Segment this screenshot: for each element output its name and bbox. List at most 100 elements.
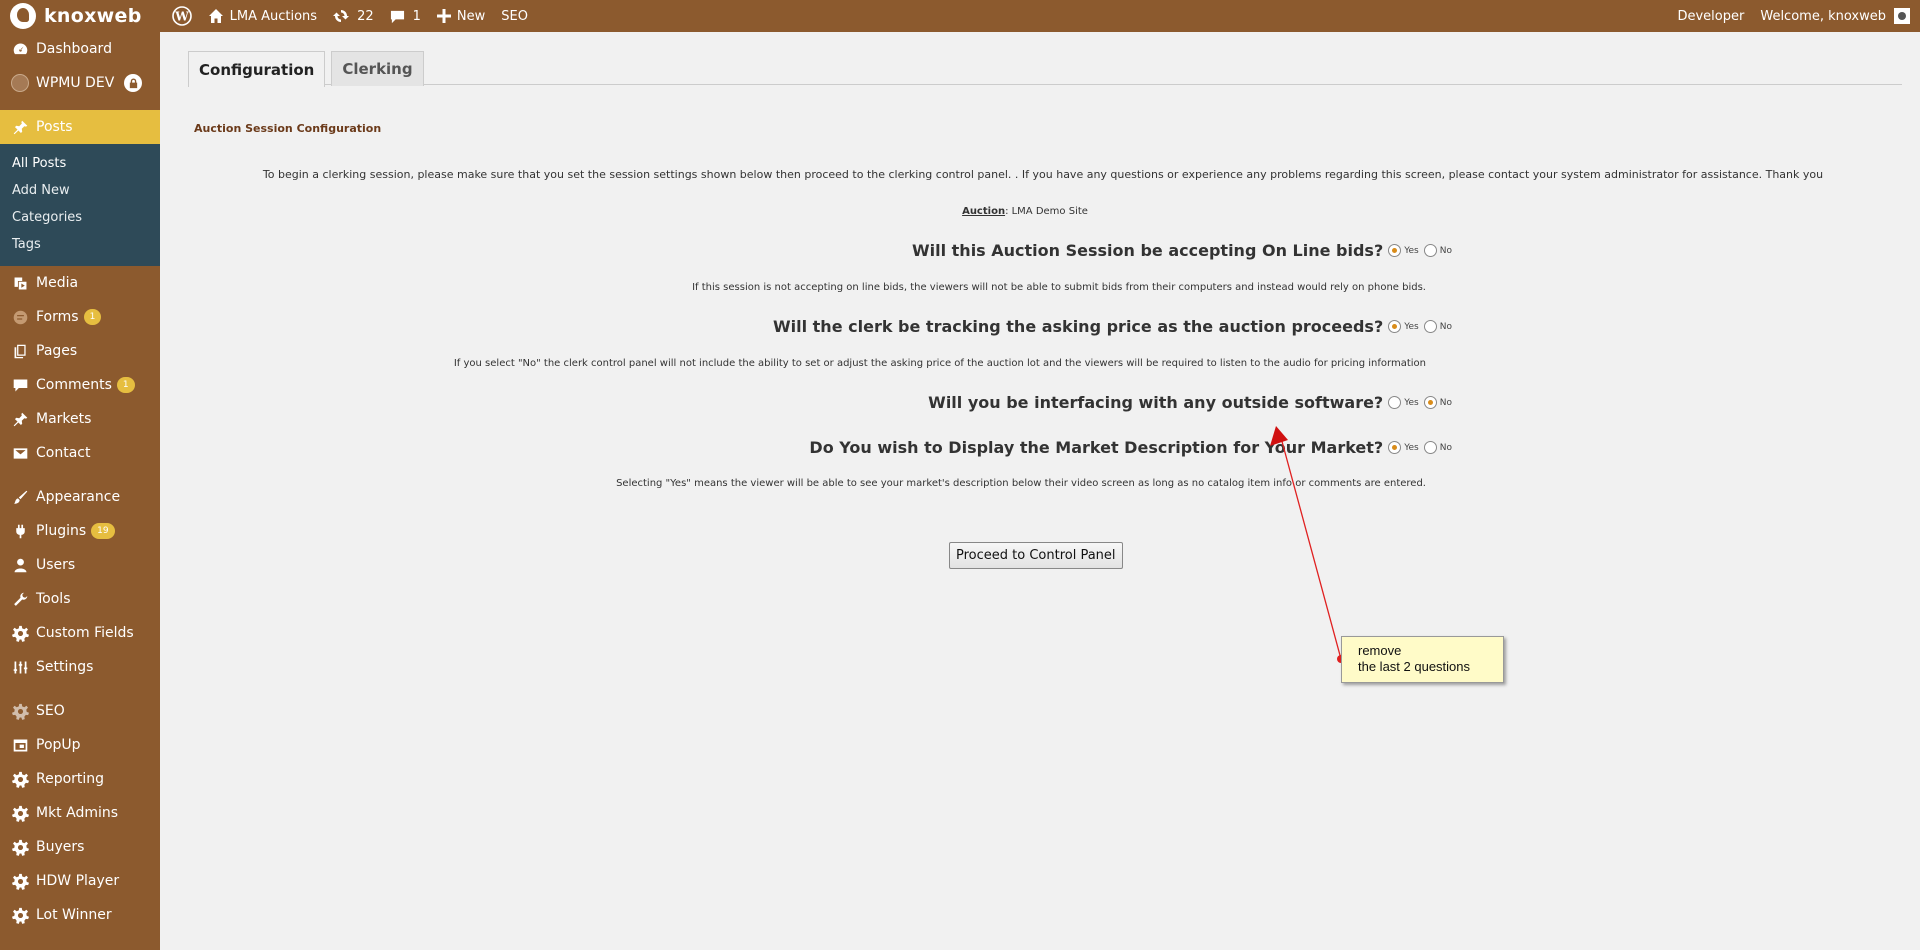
question-text: Will you be interfacing with any outside… bbox=[928, 393, 1384, 412]
market-description-yes-radio[interactable] bbox=[1388, 441, 1402, 454]
comments-badge: 1 bbox=[116, 377, 135, 393]
gear-icon bbox=[10, 769, 30, 789]
menu-wpmu-dev[interactable]: WPMU DEV bbox=[0, 66, 160, 100]
site-logo[interactable]: knoxweb bbox=[0, 0, 164, 32]
tab-clerking[interactable]: Clerking bbox=[331, 51, 424, 86]
menu-label: WPMU DEV bbox=[36, 75, 115, 91]
menu-pages[interactable]: Pages bbox=[0, 334, 160, 368]
admin-sidebar: Dashboard WPMU DEV Posts All Posts Add N… bbox=[0, 32, 160, 950]
no-label: No bbox=[1439, 245, 1452, 256]
my-account-link[interactable]: Welcome, knoxweb bbox=[1752, 0, 1920, 32]
updates-link[interactable]: 22 bbox=[325, 0, 382, 32]
yes-label: Yes bbox=[1404, 442, 1419, 453]
submenu-tags[interactable]: Tags bbox=[0, 231, 160, 258]
auction-value: : LMA Demo Site bbox=[1005, 206, 1088, 217]
forms-icon bbox=[10, 307, 30, 327]
wpmu-dev-icon bbox=[10, 73, 30, 93]
menu-label: Tools bbox=[36, 591, 71, 607]
menu-seo[interactable]: SEO bbox=[0, 694, 160, 728]
tab-configuration[interactable]: Configuration bbox=[188, 51, 326, 87]
menu-label: Settings bbox=[36, 659, 94, 675]
submenu-add-new[interactable]: Add New bbox=[0, 177, 160, 204]
menu-reporting[interactable]: Reporting bbox=[0, 762, 160, 796]
comments-icon bbox=[10, 375, 30, 395]
menu-buyers[interactable]: Buyers bbox=[0, 830, 160, 864]
yes-label: Yes bbox=[1404, 245, 1419, 256]
main-content: Configuration Clerking Auction Session C… bbox=[160, 32, 1920, 950]
menu-comments[interactable]: Comments 1 bbox=[0, 368, 160, 402]
menu-label: Users bbox=[36, 557, 76, 573]
menu-media[interactable]: Media bbox=[0, 266, 160, 300]
menu-tools[interactable]: Tools bbox=[0, 582, 160, 616]
menu-label: Lot Winner bbox=[36, 907, 112, 923]
menu-mkt-admins[interactable]: Mkt Admins bbox=[0, 796, 160, 830]
admin-bar: knoxweb W LMA Auctions 22 1 New SEO Deve… bbox=[0, 0, 1920, 32]
online-bids-no-radio[interactable] bbox=[1423, 244, 1437, 257]
intro-text: To begin a clerking session, please make… bbox=[262, 168, 1824, 181]
menu-lot-winner[interactable]: Lot Winner bbox=[0, 898, 160, 932]
envelope-icon bbox=[10, 443, 30, 463]
menu-label: PopUp bbox=[36, 737, 81, 753]
auction-line: Auction: LMA Demo Site bbox=[160, 206, 1890, 217]
comments-link[interactable]: 1 bbox=[382, 0, 429, 32]
outside-software-no-radio[interactable] bbox=[1423, 396, 1437, 409]
menu-settings[interactable]: Settings bbox=[0, 650, 160, 684]
menu-markets[interactable]: Markets bbox=[0, 402, 160, 436]
menu-label: HDW Player bbox=[36, 873, 120, 889]
online-bids-note: If this session is not accepting on line… bbox=[692, 282, 1426, 293]
outside-software-yes-radio[interactable] bbox=[1388, 396, 1402, 409]
media-icon bbox=[10, 273, 30, 293]
auction-label: Auction bbox=[962, 206, 1006, 217]
home-icon bbox=[208, 9, 223, 23]
new-label: New bbox=[456, 8, 486, 24]
menu-label: Dashboard bbox=[36, 41, 112, 57]
menu-label: Buyers bbox=[36, 839, 85, 855]
site-link-label: LMA Auctions bbox=[229, 8, 318, 24]
section-title: Auction Session Configuration bbox=[194, 122, 382, 135]
pushpin-icon bbox=[10, 117, 30, 137]
menu-contact[interactable]: Contact bbox=[0, 436, 160, 470]
asking-price-no-radio[interactable] bbox=[1423, 320, 1437, 333]
tab-bar: Configuration Clerking bbox=[188, 51, 1902, 87]
gear-icon bbox=[10, 905, 30, 925]
menu-label: Mkt Admins bbox=[36, 805, 119, 821]
market-description-note: Selecting "Yes" means the viewer will be… bbox=[616, 478, 1426, 489]
menu-plugins[interactable]: Plugins 19 bbox=[0, 514, 160, 548]
menu-label: Posts bbox=[36, 119, 73, 135]
plugins-badge: 19 bbox=[91, 523, 115, 539]
posts-submenu: All Posts Add New Categories Tags bbox=[0, 144, 160, 266]
seo-link[interactable]: SEO bbox=[493, 0, 536, 32]
gear-icon bbox=[10, 803, 30, 823]
yes-label: Yes bbox=[1404, 397, 1419, 408]
menu-posts[interactable]: Posts bbox=[0, 110, 160, 144]
submenu-categories[interactable]: Categories bbox=[0, 204, 160, 231]
question-market-description: Do You wish to Display the Market Descri… bbox=[809, 438, 1452, 457]
menu-hdw-player[interactable]: HDW Player bbox=[0, 864, 160, 898]
seo-gear-icon bbox=[10, 701, 30, 721]
menu-dashboard[interactable]: Dashboard bbox=[0, 32, 160, 66]
no-label: No bbox=[1439, 321, 1452, 332]
menu-label: Custom Fields bbox=[36, 625, 134, 641]
menu-users[interactable]: Users bbox=[0, 548, 160, 582]
submenu-all-posts[interactable]: All Posts bbox=[0, 150, 160, 177]
wordpress-menu[interactable]: W bbox=[164, 0, 200, 32]
menu-custom-fields[interactable]: Custom Fields bbox=[0, 616, 160, 650]
question-text: Will this Auction Session be accepting O… bbox=[911, 241, 1384, 260]
question-asking-price: Will the clerk be tracking the asking pr… bbox=[773, 317, 1452, 336]
menu-label: Comments bbox=[36, 377, 112, 393]
menu-appearance[interactable]: Appearance bbox=[0, 480, 160, 514]
plug-icon bbox=[10, 521, 30, 541]
popup-icon bbox=[10, 735, 30, 755]
menu-popup[interactable]: PopUp bbox=[0, 728, 160, 762]
menu-label: Reporting bbox=[36, 771, 105, 787]
proceed-to-control-panel-button[interactable]: Proceed to Control Panel bbox=[949, 542, 1123, 569]
market-description-no-radio[interactable] bbox=[1423, 441, 1437, 454]
site-home-link[interactable]: LMA Auctions bbox=[200, 0, 325, 32]
menu-forms[interactable]: Forms 1 bbox=[0, 300, 160, 334]
menu-label: Contact bbox=[36, 445, 91, 461]
new-content-link[interactable]: New bbox=[429, 0, 493, 32]
asking-price-yes-radio[interactable] bbox=[1388, 320, 1402, 333]
developer-link[interactable]: Developer bbox=[1669, 0, 1752, 32]
online-bids-yes-radio[interactable] bbox=[1388, 244, 1402, 257]
pushpin-icon bbox=[10, 409, 30, 429]
